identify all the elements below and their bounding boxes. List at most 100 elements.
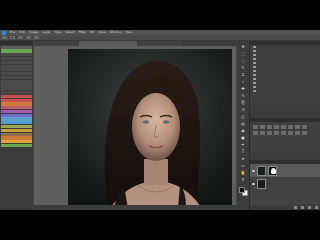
layer-thumbnail	[257, 165, 266, 176]
clone-stamp-tool-icon[interactable]: ⎘	[240, 100, 247, 105]
history-state-icon	[253, 61, 256, 65]
photoshop-window: File Edit Image Layer Type Select Filter 3D View…	[0, 30, 320, 210]
adjustment-icon[interactable]	[281, 131, 286, 135]
eyedropper-tool-icon[interactable]: ⌕	[240, 79, 247, 84]
left-panel-item[interactable]	[1, 56, 32, 61]
brush-tool-icon[interactable]: ✎	[240, 93, 247, 98]
layers-panel	[250, 160, 320, 210]
left-panel-item[interactable]	[1, 140, 32, 144]
history-state-icon	[253, 89, 256, 93]
adjustment-icon[interactable]	[253, 125, 258, 129]
left-panel-item[interactable]	[1, 72, 32, 76]
adjustment-icon[interactable]	[260, 131, 265, 135]
canvas-area[interactable]	[34, 46, 236, 209]
left-panel-item[interactable]	[1, 98, 32, 102]
history-state[interactable]	[250, 89, 320, 93]
adjustment-icon[interactable]	[281, 125, 286, 129]
history-state-icon	[253, 77, 256, 81]
left-panel-item[interactable]	[1, 106, 32, 110]
left-panel-item[interactable]	[1, 136, 32, 140]
options-toggle-button[interactable]	[34, 36, 39, 39]
left-panel-item[interactable]	[1, 94, 32, 98]
type-tool-icon[interactable]: T	[240, 149, 247, 154]
left-panel-item[interactable]	[1, 125, 32, 129]
blur-tool-icon[interactable]: ◉	[240, 128, 247, 133]
left-panel-item[interactable]	[1, 49, 32, 53]
healing-tool-icon[interactable]: ✚	[240, 86, 247, 91]
color-swatches	[238, 187, 248, 196]
left-panel-item[interactable]	[1, 64, 32, 68]
left-panel-item[interactable]	[1, 121, 32, 125]
panel-header	[0, 41, 33, 45]
left-panel-item[interactable]	[1, 68, 32, 72]
adjustment-icon[interactable]	[260, 125, 265, 129]
left-panel-item[interactable]	[1, 117, 32, 121]
layer-row[interactable]	[250, 164, 320, 177]
left-panel-item[interactable]	[1, 128, 32, 132]
adjustment-icon[interactable]	[302, 131, 307, 135]
left-panel-item[interactable]	[1, 87, 32, 91]
marquee-tool-icon[interactable]: ⬚	[240, 51, 247, 56]
adjustment-icon[interactable]	[267, 125, 272, 129]
quick-select-tool-icon[interactable]: ✎	[240, 65, 247, 70]
left-extension-panel	[0, 41, 33, 210]
adjustment-icon[interactable]	[253, 131, 258, 135]
link-layers-button[interactable]	[294, 206, 297, 209]
adjustment-icon[interactable]	[295, 131, 300, 135]
left-panel-item[interactable]	[1, 90, 32, 95]
zoom-tool-icon[interactable]: ⚲	[240, 177, 247, 182]
left-panel-item[interactable]	[1, 45, 32, 49]
adjustment-icon[interactable]	[288, 125, 293, 129]
add-mask-button[interactable]	[301, 206, 304, 209]
left-panel-item[interactable]	[1, 109, 32, 114]
foreground-color-swatch[interactable]	[238, 187, 245, 193]
tool-preset-button[interactable]	[2, 36, 7, 39]
adjustments-panel	[250, 118, 320, 152]
options-toggle-button[interactable]	[26, 36, 31, 39]
delete-layer-button[interactable]	[315, 206, 318, 209]
portrait-photo[interactable]	[68, 49, 232, 209]
layer-mask-thumbnail[interactable]	[268, 165, 277, 176]
path-select-tool-icon[interactable]: ➤	[240, 156, 247, 161]
left-panel-item[interactable]	[1, 53, 32, 57]
history-state-icon	[253, 53, 256, 57]
adjustment-icon[interactable]	[274, 131, 279, 135]
adjustment-icon[interactable]	[302, 125, 307, 129]
pen-tool-icon[interactable]: ✒	[240, 142, 247, 147]
adjustment-icon[interactable]	[267, 131, 272, 135]
eraser-tool-icon[interactable]: ◫	[240, 114, 247, 119]
dodge-tool-icon[interactable]: ●	[240, 135, 247, 140]
crop-tool-icon[interactable]: ⌗	[240, 72, 247, 77]
history-state-icon	[253, 57, 256, 61]
options-toggle-button[interactable]	[18, 36, 23, 39]
history-brush-tool-icon[interactable]: ↺	[240, 107, 247, 112]
adjustment-icon[interactable]	[274, 125, 279, 129]
left-panel-item[interactable]	[1, 79, 32, 83]
lasso-tool-icon[interactable]: ◌	[240, 58, 247, 63]
gradient-tool-icon[interactable]: ▤	[240, 121, 247, 126]
status-bar	[34, 205, 236, 210]
layer-thumbnail	[257, 178, 266, 189]
eye-icon[interactable]	[252, 169, 255, 172]
left-panel-item[interactable]	[1, 102, 32, 106]
history-panel	[250, 41, 320, 105]
adjustment-icon[interactable]	[288, 131, 293, 135]
left-panel-item[interactable]	[1, 83, 32, 87]
eye-icon[interactable]	[252, 182, 255, 185]
layer-row[interactable]	[250, 177, 320, 190]
history-state-icon	[253, 49, 256, 53]
shape-tool-icon[interactable]: ▭	[240, 163, 247, 168]
left-panel-item[interactable]	[1, 132, 32, 136]
history-state-icon	[253, 69, 256, 73]
move-tool-icon[interactable]: ✥	[240, 44, 247, 49]
adjustment-icon[interactable]	[295, 125, 300, 129]
portrait-image	[68, 49, 232, 209]
left-panel-item[interactable]	[1, 75, 32, 80]
new-layer-button[interactable]	[308, 206, 311, 209]
options-mode-button[interactable]	[10, 36, 15, 39]
hand-tool-icon[interactable]: ✋	[240, 170, 247, 175]
left-panel-item[interactable]	[1, 60, 32, 64]
left-panel-item[interactable]	[1, 143, 32, 148]
left-panel-item[interactable]	[1, 113, 32, 117]
history-state-icon	[253, 81, 256, 85]
